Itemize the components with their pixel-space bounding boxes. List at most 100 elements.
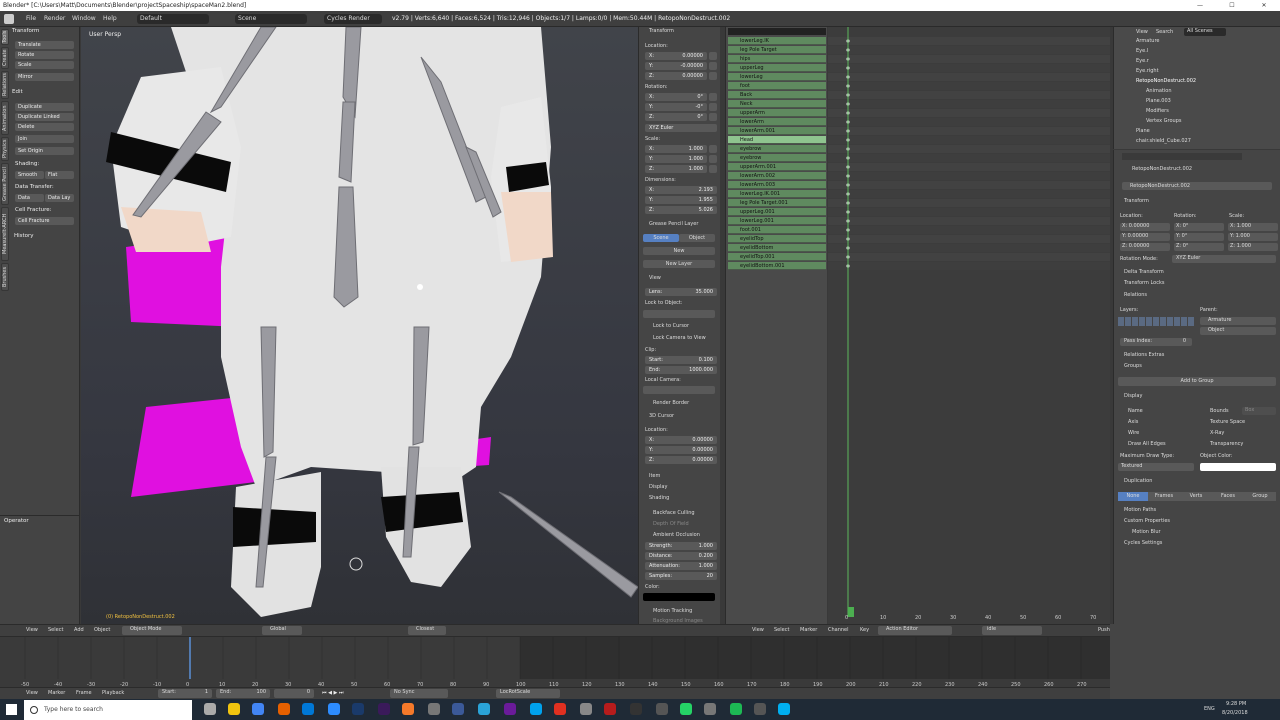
steam-icon[interactable] <box>452 703 464 715</box>
location-x-field[interactable]: X: 0.00000 <box>645 52 707 60</box>
duplication-header[interactable]: Duplication <box>1124 478 1152 484</box>
dup-verts-button[interactable]: Verts <box>1180 492 1212 501</box>
data-button[interactable]: Data <box>15 194 44 202</box>
keyframe-row[interactable] <box>828 208 1110 216</box>
channel-row[interactable]: eyelidTop.001 <box>728 253 826 261</box>
keyframe-row[interactable] <box>828 172 1110 180</box>
keyframe-row[interactable] <box>828 145 1110 153</box>
lock-icon[interactable] <box>709 62 717 70</box>
channel-row[interactable]: Back <box>728 91 826 99</box>
whatsapp-icon[interactable] <box>680 703 692 715</box>
display-mode-select[interactable]: All Scenes <box>1184 28 1226 36</box>
lock-icon[interactable] <box>709 165 717 173</box>
location-y-field[interactable]: Y: -0.00000 <box>645 62 707 70</box>
lock-icon[interactable] <box>709 72 717 80</box>
item-panel-header[interactable]: Item <box>649 473 660 479</box>
keyframe-row[interactable] <box>828 91 1110 99</box>
channel-row[interactable]: Neck <box>728 100 826 108</box>
texture-space-checkbox[interactable]: Texture Space <box>1210 419 1245 425</box>
shade-smooth-button[interactable]: Smooth <box>15 171 44 179</box>
keyframe-row[interactable] <box>828 37 1110 45</box>
xray-checkbox[interactable]: X-Ray <box>1210 430 1224 436</box>
menu-render[interactable]: Render <box>44 11 65 27</box>
minimize-button[interactable]: — <box>1188 0 1212 11</box>
bone-upper-leg-left[interactable] <box>260 326 277 458</box>
max-draw-type-select[interactable]: Textured <box>1118 463 1194 471</box>
props-rot-y[interactable]: Y: 0° <box>1174 233 1224 241</box>
outliner-item-eye-r[interactable]: Eye.r <box>1136 58 1149 64</box>
keyframe-row[interactable] <box>828 109 1110 117</box>
ambient-occlusion-checkbox[interactable]: Ambient Occlusion <box>653 532 700 538</box>
3d-cursor-header[interactable]: 3D Cursor <box>649 413 674 419</box>
grease-pencil-layer-header[interactable]: Grease Pencil Layer <box>649 221 698 227</box>
lock-to-cursor-checkbox[interactable]: Lock to Cursor <box>653 323 689 329</box>
props-loc-z[interactable]: Z: 0.00000 <box>1120 243 1170 251</box>
channel-row[interactable]: foot.001 <box>728 226 826 234</box>
editor-type-icon[interactable] <box>4 14 14 24</box>
channel-row[interactable]: hips <box>728 55 826 63</box>
parent-type-select[interactable]: Object <box>1200 327 1276 335</box>
wire-checkbox[interactable]: Wire <box>1128 430 1139 436</box>
bounds-checkbox[interactable]: Bounds <box>1210 408 1229 414</box>
channel-row[interactable]: lowerArm.002 <box>728 172 826 180</box>
cell-fracture-button[interactable]: Cell Fracture <box>15 217 74 225</box>
keyframe-row[interactable] <box>828 55 1110 63</box>
timeline[interactable]: -50 -40 -30 -20 -10 0 10 20 30 40 50 60 70 80 90 100 110… <box>0 636 1110 688</box>
set-origin-button[interactable]: Set Origin <box>15 147 74 155</box>
display-header[interactable]: Display <box>1124 393 1142 399</box>
keyframe-row[interactable] <box>828 163 1110 171</box>
cycles-settings-header[interactable]: Cycles Settings <box>1124 540 1162 546</box>
app-icon[interactable] <box>604 703 616 715</box>
app-icon[interactable] <box>530 703 542 715</box>
dup-frames-button[interactable]: Frames <box>1148 492 1180 501</box>
tab-create[interactable]: Create <box>1 47 9 69</box>
object-color-swatch[interactable] <box>1200 463 1276 471</box>
channel-row[interactable]: eyebrow <box>728 145 826 153</box>
outliner-item-modifiers[interactable]: Modifiers <box>1146 108 1169 114</box>
transparency-checkbox[interactable]: Transparency <box>1210 441 1243 447</box>
close-button[interactable]: ✕ <box>1252 0 1276 11</box>
panel-transform-header[interactable]: Transform <box>12 28 39 34</box>
timeline-track[interactable]: -50 -40 -30 -20 -10 0 10 20 30 40 50 60 70 80 90 100 110… <box>0 637 1110 688</box>
rotation-y-field[interactable]: Y: -0° <box>645 103 707 111</box>
menu-file[interactable]: File <box>26 11 36 27</box>
taskbar-search-input[interactable]: Type here to search <box>24 700 192 720</box>
panel-edit-header[interactable]: Edit <box>12 89 23 95</box>
keying-set-field[interactable]: LocRotScale <box>496 689 560 698</box>
relations-extras-header[interactable]: Relations Extras <box>1124 352 1164 358</box>
bounds-type-select[interactable]: Box <box>1242 407 1276 415</box>
mirror-button[interactable]: Mirror <box>15 73 74 81</box>
lock-icon[interactable] <box>709 103 717 111</box>
calculator-icon[interactable] <box>580 703 592 715</box>
cursor-z-field[interactable]: Z: 0.00000 <box>645 456 717 464</box>
ao-attenuation-field[interactable]: Attenuation: 1.000 <box>645 562 717 570</box>
rotation-mode-select[interactable]: XYZ Euler <box>645 124 717 132</box>
channel-row[interactable]: lowerArm.003 <box>728 181 826 189</box>
scale-z-field[interactable]: Z: 1.000 <box>645 165 707 173</box>
dup-none-button[interactable]: None <box>1118 492 1148 501</box>
select-menu[interactable]: Select <box>48 627 63 633</box>
gp-object-button[interactable]: Object <box>679 234 715 242</box>
outliner-item-plane-003[interactable]: Plane.003 <box>1146 98 1171 104</box>
keyframe-row[interactable] <box>828 226 1110 234</box>
name-checkbox[interactable]: Name <box>1128 408 1143 414</box>
ds-select-menu[interactable]: Select <box>774 627 789 633</box>
lock-icon[interactable] <box>709 113 717 121</box>
props-scale-z[interactable]: Z: 1.000 <box>1228 243 1278 251</box>
transform-locks-header[interactable]: Transform Locks <box>1124 280 1164 286</box>
scale-button[interactable]: Scale <box>15 61 74 69</box>
keyframe-row[interactable] <box>828 235 1110 243</box>
menu-window[interactable]: Window <box>72 11 96 27</box>
channel-row[interactable]: eyebrow <box>728 154 826 162</box>
maximize-button[interactable]: ☐ <box>1220 0 1244 11</box>
axis-checkbox[interactable]: Axis <box>1128 419 1138 425</box>
channel-row[interactable]: leg Pole Target.001 <box>728 199 826 207</box>
tab-brushes[interactable]: Brushes <box>1 263 9 291</box>
ds-key-menu[interactable]: Key <box>860 627 869 633</box>
operator-panel-header[interactable]: Operator <box>4 518 29 524</box>
parent-field[interactable]: Armature <box>1200 317 1276 325</box>
motion-paths-header[interactable]: Motion Paths <box>1124 507 1156 513</box>
keyframe-row[interactable] <box>828 244 1110 252</box>
props-loc-y[interactable]: Y: 0.00000 <box>1120 233 1170 241</box>
lock-object-field[interactable] <box>643 310 715 318</box>
